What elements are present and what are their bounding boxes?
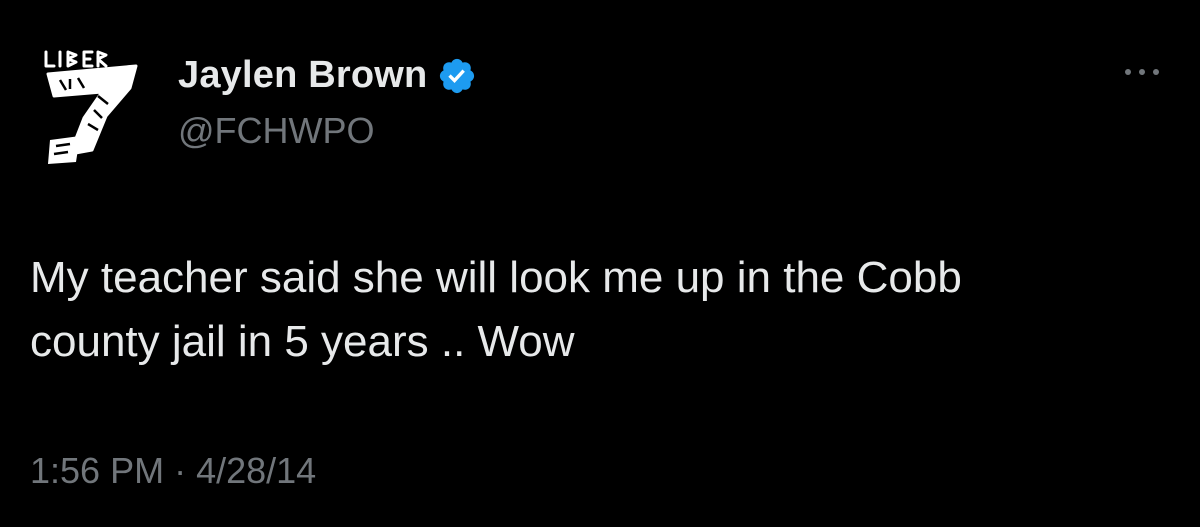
display-name[interactable]: Jaylen Brown — [178, 54, 427, 97]
tweet-date[interactable]: 4/28/14 — [196, 450, 316, 492]
avatar[interactable] — [40, 44, 146, 170]
tweet-meta: 1:56 PM · 4/28/14 — [30, 450, 316, 492]
handle[interactable]: @FCHWPO — [178, 110, 477, 152]
more-options-icon[interactable] — [1122, 64, 1162, 80]
tweet-text: My teacher said she will look me up in t… — [30, 253, 962, 366]
tweet: Jaylen Brown @FCHWPO My teacher said she… — [0, 0, 1200, 527]
name-row: Jaylen Brown — [178, 52, 477, 98]
author-info: Jaylen Brown @FCHWPO — [178, 52, 477, 152]
liberation-7-logo — [44, 50, 138, 164]
tweet-time[interactable]: 1:56 PM — [30, 450, 164, 492]
verified-badge-icon[interactable] — [437, 56, 477, 96]
meta-separator: · — [174, 450, 187, 491]
